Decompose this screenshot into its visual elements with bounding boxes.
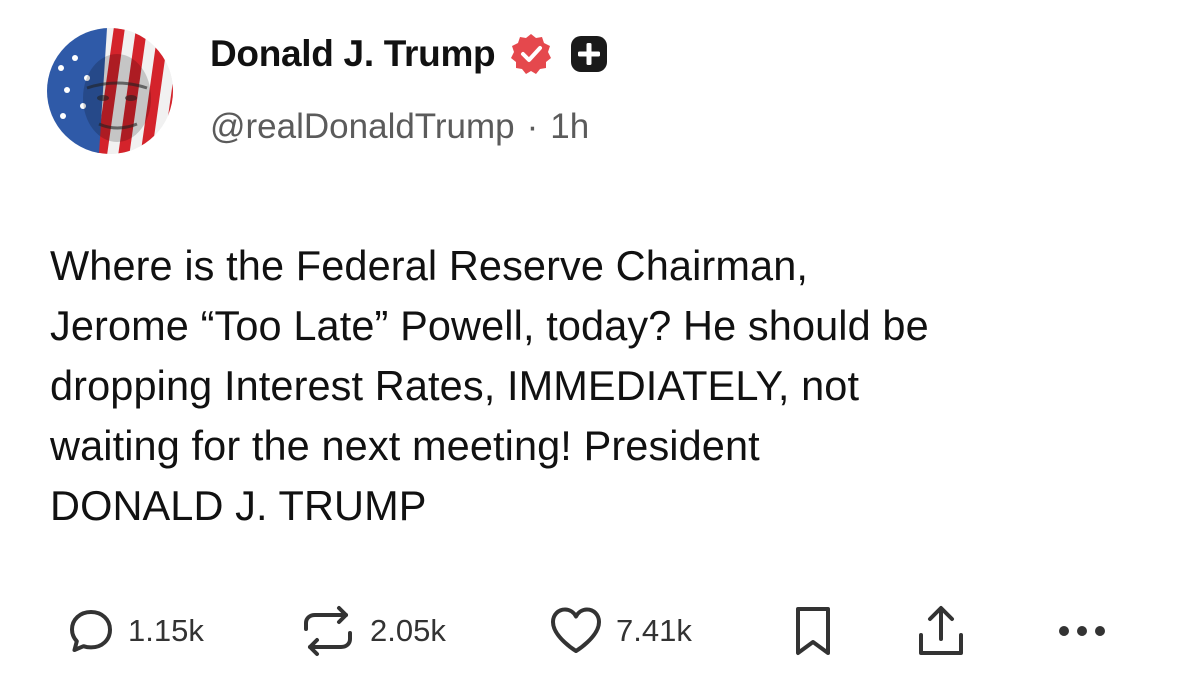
handle[interactable]: @realDonaldTrump [210, 107, 515, 147]
reply-count: 1.15k [128, 613, 204, 648]
like-button[interactable]: 7.41k [548, 603, 692, 659]
timestamp[interactable]: 1h [550, 107, 589, 147]
like-icon [551, 607, 601, 653]
verified-badge-icon [509, 32, 553, 76]
bookmark-button[interactable] [792, 603, 834, 659]
meta-separator: · [526, 107, 539, 146]
like-count: 7.41k [616, 613, 692, 648]
plus-badge-icon [567, 32, 611, 76]
reply-icon [70, 610, 112, 652]
avatar-image [47, 28, 173, 154]
share-button[interactable] [915, 603, 967, 659]
post-card: Donald J. Trump @realDonaldTrump · 1h Wh… [0, 0, 1179, 685]
action-bar: 1.15k 2.05k 7.41k [0, 603, 1179, 659]
author-row: Donald J. Trump [210, 26, 611, 82]
avatar[interactable] [47, 28, 173, 154]
repost-button[interactable]: 2.05k [298, 603, 446, 659]
more-options-button[interactable] [1054, 603, 1110, 659]
repost-count: 2.05k [370, 613, 446, 648]
display-name[interactable]: Donald J. Trump [210, 33, 496, 75]
bookmark-icon [796, 607, 830, 655]
post-body: Where is the Federal Reserve Chairman, J… [50, 242, 929, 529]
meta-row: @realDonaldTrump · 1h [210, 102, 589, 152]
share-icon [919, 606, 963, 655]
more-icon [1059, 626, 1105, 636]
reply-button[interactable]: 1.15k [66, 603, 204, 659]
repost-icon [304, 606, 352, 656]
